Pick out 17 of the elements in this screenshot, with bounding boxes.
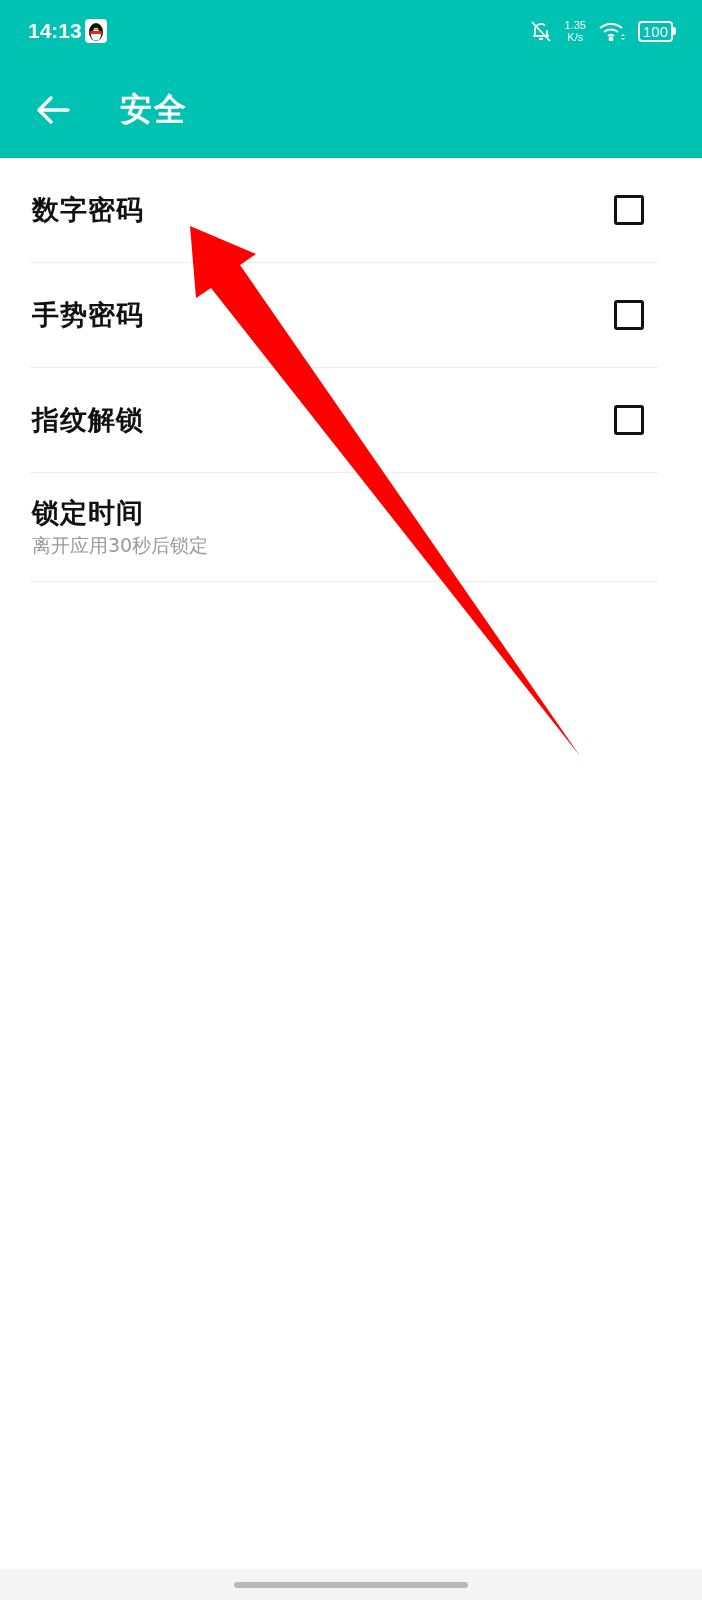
clock-time: 14:13: [28, 19, 82, 43]
speed-unit: K/s: [567, 31, 584, 43]
setting-summary: 离开应用30秒后锁定: [32, 533, 209, 558]
setting-label: 数字密码: [32, 193, 144, 227]
setting-label: 手势密码: [32, 298, 144, 332]
penguin-icon: [84, 19, 107, 43]
page-title: 安全: [120, 89, 188, 130]
back-arrow-icon: [36, 95, 70, 125]
checkbox[interactable]: [614, 195, 644, 225]
checkbox[interactable]: [614, 405, 644, 435]
network-speed: 1.35: [564, 19, 586, 31]
battery-indicator: 100: [637, 20, 676, 42]
setting-label: 指纹解锁: [32, 403, 144, 437]
setting-label: 锁定时间: [32, 496, 144, 530]
checkbox[interactable]: [614, 300, 644, 330]
wifi-icon: [597, 21, 626, 41]
muted-bell-icon: [528, 19, 553, 43]
